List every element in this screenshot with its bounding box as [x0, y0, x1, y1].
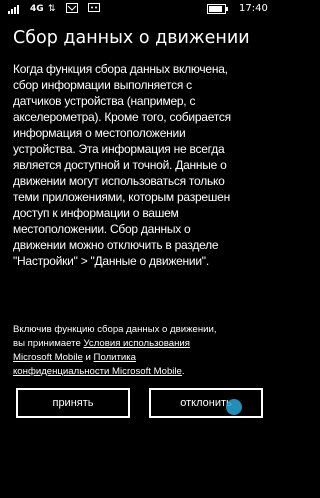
description-line: информация о местоположении [13, 126, 186, 140]
consent-conjunction: и [82, 352, 94, 363]
description-line: "Настройки" > "Данные о движении". [13, 254, 209, 268]
description-line: устройства. Эта информация не всегда [13, 142, 225, 156]
watermark-badge [226, 399, 242, 415]
accept-button[interactable]: принять [16, 388, 130, 418]
description-line: датчиков устройства (например, с [13, 94, 196, 108]
description-line: теми приложениями, которым разрешен [13, 190, 230, 204]
decline-button[interactable]: отклонить [149, 388, 263, 418]
battery-icon [207, 4, 229, 18]
consent-line: конфиденциальности Microsoft Mobile. [13, 365, 275, 379]
description-line: доступ к информации о вашем [13, 206, 179, 220]
privacy-policy-link[interactable]: Политика [94, 352, 136, 363]
description-line: движении можно отключить в разделе [13, 238, 219, 252]
description-line: движении могут использоваться только [13, 174, 225, 188]
terms-of-use-link-cont[interactable]: Microsoft Mobile [13, 352, 83, 363]
description-line: Когда функция сбора данных включена, [13, 62, 228, 76]
consent-prefix: вы принимаете [13, 338, 84, 349]
terms-of-use-link[interactable]: Условия использования [83, 338, 189, 349]
consent-line: Включив функцию сбора данных о движении, [13, 324, 217, 335]
signal-icon [8, 4, 22, 18]
description-line: сбор информации выполняется с [13, 78, 192, 92]
data-arrows-icon: ⇅ [48, 4, 56, 14]
consent-line: Microsoft Mobile и Политика [13, 351, 275, 365]
message-icon [88, 3, 100, 17]
page-title: Сбор данных о движении [13, 28, 250, 48]
status-bar: 4G ⇅ 17:40 [0, 0, 280, 20]
clock-time: 17:40 [239, 3, 268, 14]
consent-suffix: . [181, 366, 185, 377]
description-line: местоположении. Сбор данных о [13, 222, 191, 236]
privacy-policy-link-cont[interactable]: конфиденциальности Microsoft Mobile [13, 366, 182, 377]
description-line: является доступной и точной. Данные о [13, 158, 227, 172]
consent-line: вы принимаете Условия использования [13, 337, 275, 351]
network-type-label: 4G [30, 4, 44, 14]
description-line: акселерометра). Кроме того, собирается [13, 110, 231, 124]
consent-text: Включив функцию сбора данных о движении,… [13, 323, 275, 379]
description-text: Когда функция сбора данных включена, сбо… [13, 61, 275, 269]
wifi-icon [66, 3, 78, 17]
